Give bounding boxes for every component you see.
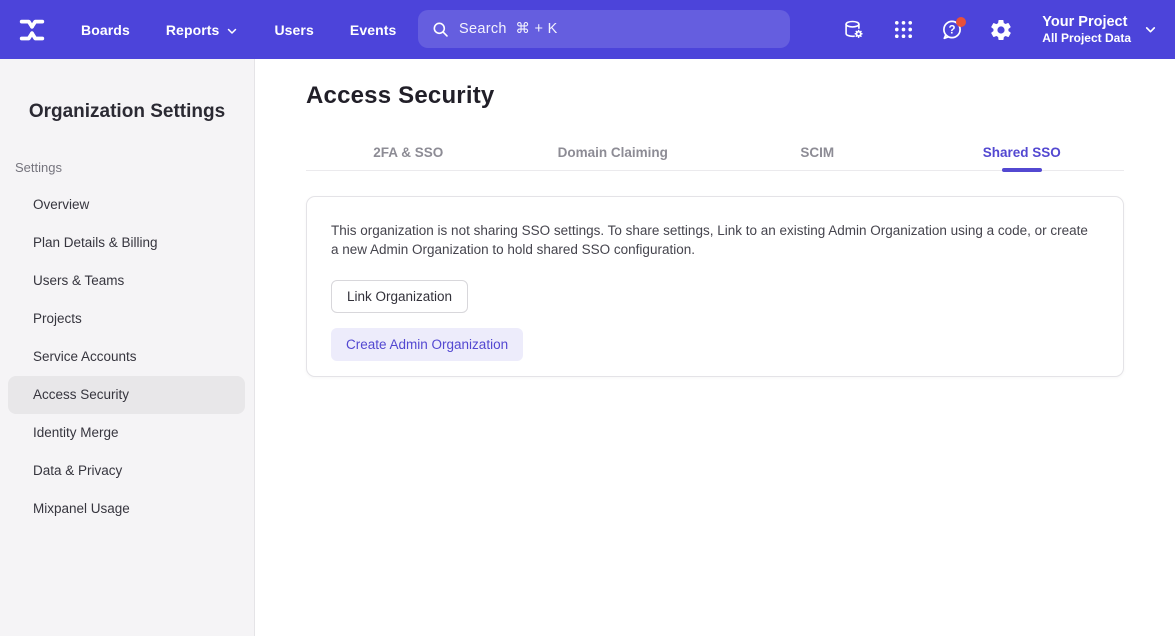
nav-item-label: Boards [81,22,130,38]
sidebar-item-identity-merge[interactable]: Identity Merge [0,414,255,452]
project-name: Your Project [1042,13,1127,31]
sidebar: Organization Settings Settings Overview … [0,59,255,636]
sidebar-item-projects[interactable]: Projects [0,300,255,338]
sidebar-nav: Overview Plan Details & Billing Users & … [0,186,255,528]
search-bar[interactable] [418,10,790,48]
tab-domain-claiming[interactable]: Domain Claiming [511,141,716,170]
project-switcher[interactable]: Your Project All Project Data [1042,13,1157,46]
link-organization-button[interactable]: Link Organization [331,280,468,313]
main-content: Access Security 2FA & SSO Domain Claimin… [256,59,1175,636]
mixpanel-logo[interactable] [16,14,48,46]
create-admin-organization-button[interactable]: Create Admin Organization [331,328,523,361]
chevron-down-icon [226,25,238,37]
nav-item-label: Reports [166,22,220,38]
search-icon [431,20,450,39]
nav-item-users[interactable]: Users [274,22,313,38]
sidebar-item-access-security[interactable]: Access Security [8,376,245,414]
topbar-actions: ? Your Project All Project Data [842,0,1157,59]
svg-text:?: ? [949,24,956,36]
gear-icon [989,18,1013,42]
page-title: Access Security [306,82,494,110]
tab-bar: 2FA & SSO Domain Claiming SCIM Shared SS… [306,141,1124,171]
card-description: This organization is not sharing SSO set… [331,221,1097,259]
sidebar-item-service-accounts[interactable]: Service Accounts [0,338,255,376]
top-navigation-bar: Boards Reports Users Events [0,0,1175,59]
shared-sso-card: This organization is not sharing SSO set… [306,196,1124,377]
sidebar-item-plan-details-billing[interactable]: Plan Details & Billing [0,224,255,262]
tab-shared-sso[interactable]: Shared SSO [920,141,1125,170]
chevron-down-icon [1144,23,1157,36]
apps-grid-icon [892,18,915,41]
data-management-button[interactable] [842,18,866,42]
nav-item-reports[interactable]: Reports [166,22,239,38]
notification-dot [956,17,966,27]
settings-button[interactable] [989,18,1013,42]
tab-2fa-sso[interactable]: 2FA & SSO [306,141,511,170]
nav-item-label: Events [350,22,397,38]
help-button[interactable]: ? [940,18,964,42]
card-actions: Link Organization Create Admin Organizat… [331,259,1099,361]
mixpanel-logo-icon [17,15,47,45]
sidebar-section-label: Settings [15,160,62,175]
app-window: Boards Reports Users Events [0,0,1175,636]
database-gear-icon [842,18,866,42]
nav-item-boards[interactable]: Boards [81,22,130,38]
project-data-scope: All Project Data [1042,31,1131,46]
apps-grid-button[interactable] [891,18,915,42]
nav-item-events[interactable]: Events [350,22,397,38]
sidebar-item-mixpanel-usage[interactable]: Mixpanel Usage [0,490,255,528]
sidebar-item-data-privacy[interactable]: Data & Privacy [0,452,255,490]
sidebar-item-users-teams[interactable]: Users & Teams [0,262,255,300]
tab-scim[interactable]: SCIM [715,141,920,170]
nav-item-label: Users [274,22,313,38]
sidebar-item-overview[interactable]: Overview [0,186,255,224]
primary-nav: Boards Reports Users Events [81,0,396,59]
search-input[interactable] [459,21,759,37]
sidebar-title: Organization Settings [0,101,254,123]
